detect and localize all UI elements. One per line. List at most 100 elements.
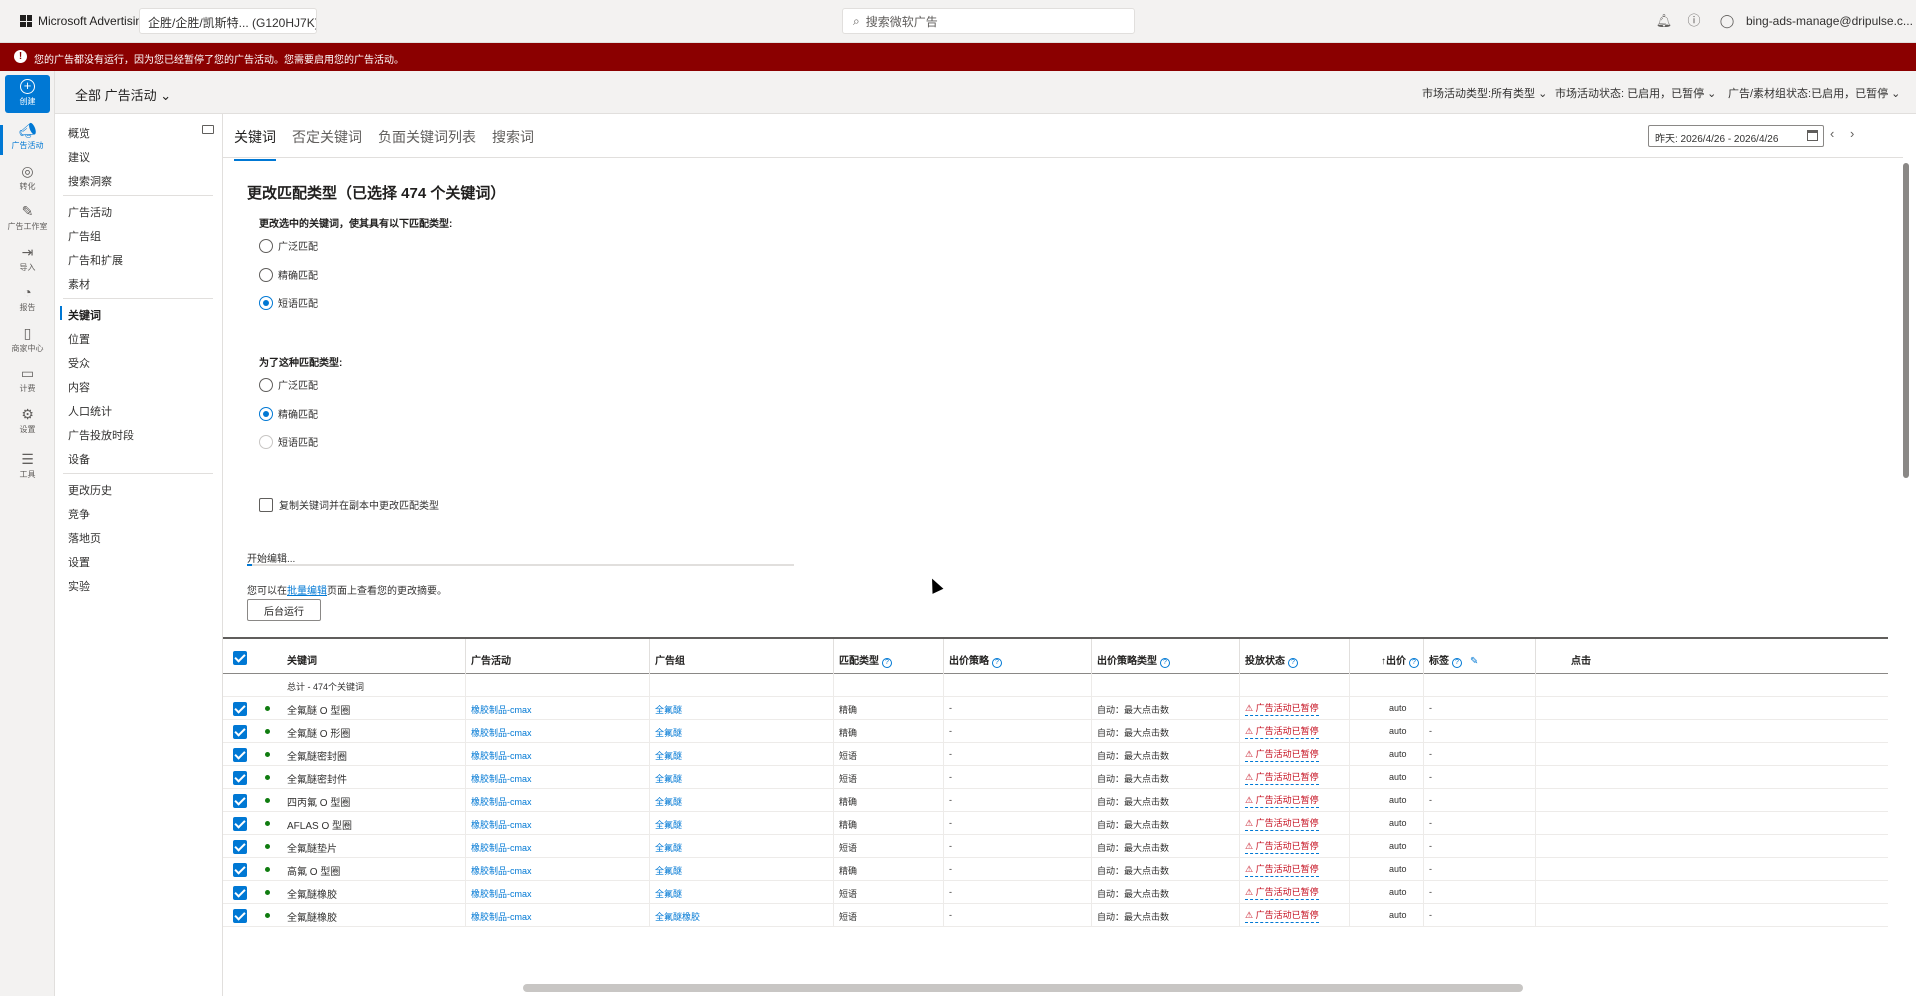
user-icon[interactable]: ◯ xyxy=(1718,12,1736,30)
change-to-exact[interactable]: 精确匹配 xyxy=(259,267,318,282)
keyword-cell[interactable]: 高氟 O 型圈 xyxy=(287,863,340,878)
match-type-cell[interactable]: 短语 xyxy=(839,887,857,900)
keyword-cell[interactable]: 全氟醚密封件 xyxy=(287,771,347,786)
nav-content[interactable]: 内容 xyxy=(68,379,90,395)
radio-button[interactable] xyxy=(259,377,273,392)
bid-cell[interactable]: auto xyxy=(1389,910,1407,920)
nav-placements[interactable]: 位置 xyxy=(68,331,90,347)
campaign-link[interactable]: 橡胶制品-cmax xyxy=(471,703,532,716)
nav-experiments[interactable]: 实验 xyxy=(68,578,90,594)
radio-button[interactable] xyxy=(259,267,273,282)
delivery-status[interactable]: ⚠ 广告活动已暂停 xyxy=(1245,816,1319,831)
change-to-phrase[interactable]: 短语匹配 xyxy=(259,295,318,310)
create-button[interactable]: + 创建 xyxy=(5,75,50,113)
header-bid[interactable]: ↑出价? xyxy=(1381,652,1419,668)
bid-cell[interactable]: auto xyxy=(1389,795,1407,805)
change-to-broad[interactable]: 广泛匹配 xyxy=(259,238,318,253)
adgroup-link[interactable]: 全氟醚 xyxy=(655,749,682,762)
adgroup-link[interactable]: 全氟醚 xyxy=(655,795,682,808)
keyword-cell[interactable]: 全氟醚橡胶 xyxy=(287,886,337,901)
match-type-cell[interactable]: 精确 xyxy=(839,726,857,739)
nav-devices[interactable]: 设备 xyxy=(68,451,90,467)
tab-search-terms[interactable]: 搜索词 xyxy=(492,127,534,147)
header-campaign[interactable]: 广告活动 xyxy=(471,652,511,667)
table-row[interactable]: 全氟醚橡胶 橡胶制品-cmax 全氟醚 短语 - 自动：最大点击数 ⚠ 广告活动已暂停 aut… xyxy=(223,881,1888,904)
adgroup-link[interactable]: 全氟醚 xyxy=(655,864,682,877)
row-checkbox[interactable] xyxy=(233,794,247,808)
delivery-status[interactable]: ⚠ 广告活动已暂停 xyxy=(1245,701,1319,716)
bid-cell[interactable]: auto xyxy=(1389,772,1407,782)
campaign-link[interactable]: 橡胶制品-cmax xyxy=(471,841,532,854)
help-icon[interactable]: ? xyxy=(1288,658,1298,668)
rail-item-campaigns[interactable]: 📣︎ 广告活动 xyxy=(0,121,55,161)
nav-demographics[interactable]: 人口统计 xyxy=(68,403,112,419)
tab-negative-keywords[interactable]: 否定关键词 xyxy=(292,127,362,147)
campaign-link[interactable]: 橡胶制品-cmax xyxy=(471,795,532,808)
nav-overview[interactable]: 概览 xyxy=(68,125,90,141)
match-type-cell[interactable]: 短语 xyxy=(839,772,857,785)
vertical-scrollbar[interactable] xyxy=(1903,163,1909,478)
nav-landing-pages[interactable]: 落地页 xyxy=(68,530,101,546)
campaign-link[interactable]: 橡胶制品-cmax xyxy=(471,864,532,877)
nav-search-insights[interactable]: 搜索洞察 xyxy=(68,173,112,189)
header-keyword[interactable]: 关键词 xyxy=(287,652,317,667)
table-row[interactable]: 高氟 O 型圈 橡胶制品-cmax 全氟醚 精确 - 自动：最大点击数 ⚠ 广告活动已暂停 a… xyxy=(223,858,1888,881)
row-checkbox[interactable] xyxy=(233,840,247,854)
bid-cell[interactable]: auto xyxy=(1389,749,1407,759)
nav-recommendations[interactable]: 建议 xyxy=(68,149,90,165)
rail-item-conversions[interactable]: ◎ 转化 xyxy=(0,162,55,202)
adgroup-link[interactable]: 全氟醚 xyxy=(655,818,682,831)
campaign-link[interactable]: 橡胶制品-cmax xyxy=(471,726,532,739)
delivery-status[interactable]: ⚠ 广告活动已暂停 xyxy=(1245,747,1319,762)
table-row[interactable]: AFLAS O 型圈 橡胶制品-cmax 全氟醚 精确 - 自动：最大点击数 ⚠ 广告活动已… xyxy=(223,812,1888,835)
rail-item-billing[interactable]: ▭ 计费 xyxy=(0,364,55,404)
delivery-status[interactable]: ⚠ 广告活动已暂停 xyxy=(1245,862,1319,877)
row-checkbox[interactable] xyxy=(233,702,247,716)
filter-adgroup-status[interactable]: 广告/素材组状态:已启用，已暂停 ⌄ xyxy=(1728,85,1900,101)
header-clicks[interactable]: 点击 xyxy=(1571,652,1591,667)
header-bid-strategy[interactable]: 出价策略? xyxy=(949,652,1002,668)
header-labels[interactable]: 标签? ✎ xyxy=(1429,652,1478,668)
match-type-cell[interactable]: 短语 xyxy=(839,749,857,762)
select-all-checkbox[interactable] xyxy=(233,651,247,665)
keyword-cell[interactable]: 四丙氟 O 型圈 xyxy=(287,794,350,809)
bell-icon[interactable]: 🔔︎ xyxy=(1655,12,1673,30)
keyword-cell[interactable]: 全氟醚垫片 xyxy=(287,840,337,855)
campaign-link[interactable]: 橡胶制品-cmax xyxy=(471,749,532,762)
nav-audiences[interactable]: 受众 xyxy=(68,355,90,371)
header-adgroup[interactable]: 广告组 xyxy=(655,652,685,667)
bid-cell[interactable]: auto xyxy=(1389,887,1407,897)
keyword-cell[interactable]: 全氟醚橡胶 xyxy=(287,909,337,924)
table-row[interactable]: 四丙氟 O 型圈 橡胶制品-cmax 全氟醚 精确 - 自动：最大点击数 ⚠ 广告活动已暂停… xyxy=(223,789,1888,812)
row-checkbox[interactable] xyxy=(233,863,247,877)
from-exact[interactable]: 精确匹配 xyxy=(259,406,318,421)
match-type-cell[interactable]: 短语 xyxy=(839,841,857,854)
delivery-status[interactable]: ⚠ 广告活动已暂停 xyxy=(1245,770,1319,785)
delivery-status[interactable]: ⚠ 广告活动已暂停 xyxy=(1245,839,1319,854)
copy-keywords-option[interactable]: 复制关键词并在副本中更改匹配类型 xyxy=(259,497,439,512)
radio-button-selected[interactable] xyxy=(259,406,273,421)
help-icon[interactable]: ? xyxy=(1409,658,1419,668)
table-row[interactable]: 全氟醚密封件 橡胶制品-cmax 全氟醚 短语 - 自动：最大点击数 ⚠ 广告活动已暂停 au… xyxy=(223,766,1888,789)
campaign-link[interactable]: 橡胶制品-cmax xyxy=(471,772,532,785)
horizontal-scrollbar[interactable] xyxy=(523,984,1523,992)
bid-cell[interactable]: auto xyxy=(1389,841,1407,851)
filter-campaign-type[interactable]: 市场活动类型:所有类型 ⌄ xyxy=(1422,85,1547,101)
keyword-cell[interactable]: AFLAS O 型圈 xyxy=(287,817,352,832)
microsoft-advertising-logo[interactable]: Microsoft Advertising xyxy=(20,14,149,28)
match-type-cell[interactable]: 精确 xyxy=(839,818,857,831)
header-bid-strategy-type[interactable]: 出价策略类型? xyxy=(1097,652,1170,668)
row-checkbox[interactable] xyxy=(233,817,247,831)
account-picker[interactable]: 企胜/企胜/凯斯特... (G120HJ7K) ⌄ xyxy=(139,8,317,34)
run-in-background-button[interactable]: 后台运行 xyxy=(247,599,321,621)
campaign-link[interactable]: 橡胶制品-cmax xyxy=(471,887,532,900)
scope-selector[interactable]: 全部 广告活动 ⌄ xyxy=(75,85,171,104)
campaign-link[interactable]: 橡胶制品-cmax xyxy=(471,818,532,831)
nav-ad-schedule[interactable]: 广告投放时段 xyxy=(68,427,134,443)
delivery-status[interactable]: ⚠ 广告活动已暂停 xyxy=(1245,724,1319,739)
collapse-panel-icon[interactable] xyxy=(202,125,214,134)
from-broad[interactable]: 广泛匹配 xyxy=(259,377,318,392)
table-row[interactable]: 全氟醚橡胶 橡胶制品-cmax 全氟醚橡胶 短语 - 自动：最大点击数 ⚠ 广告活动已暂停 a… xyxy=(223,904,1888,927)
adgroup-link[interactable]: 全氟醚 xyxy=(655,772,682,785)
bulk-edit-link[interactable]: 批量编辑 xyxy=(287,586,327,597)
